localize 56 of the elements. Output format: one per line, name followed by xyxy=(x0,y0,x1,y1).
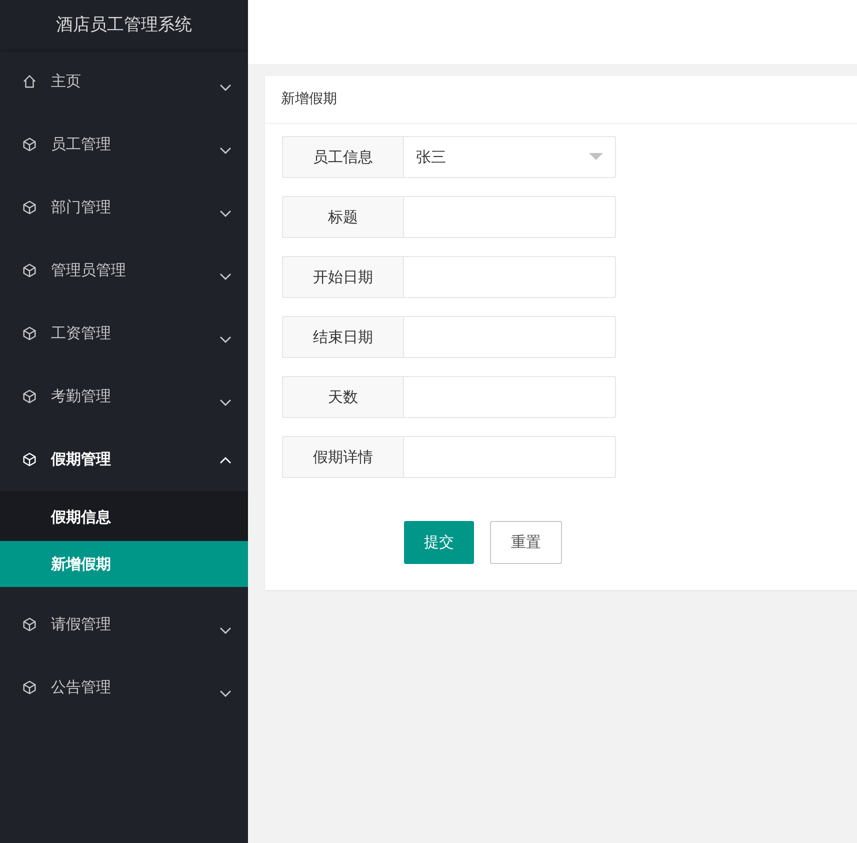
submenu-item[interactable]: 假期信息 xyxy=(0,491,248,541)
chevron-down-icon xyxy=(219,626,232,634)
card-title: 新增假期 xyxy=(265,76,857,124)
menu-label: 请假管理 xyxy=(51,615,112,634)
cube-icon xyxy=(22,326,37,341)
chevron-down-icon xyxy=(219,690,232,698)
field-label: 结束日期 xyxy=(282,316,404,358)
menu-label: 管理员管理 xyxy=(51,261,127,280)
cube-icon xyxy=(22,617,37,632)
menu-label: 公告管理 xyxy=(51,678,112,697)
input-field[interactable] xyxy=(404,196,616,238)
input-field[interactable] xyxy=(404,256,616,298)
menu-item[interactable]: 考勤管理 xyxy=(0,365,248,428)
menu-label: 主页 xyxy=(51,72,82,91)
menu-item[interactable]: 主页 xyxy=(0,50,248,113)
menu-item[interactable]: 请假管理 xyxy=(0,593,248,656)
cube-icon xyxy=(22,680,37,695)
menu-item[interactable]: 管理员管理 xyxy=(0,239,248,302)
menu-label: 工资管理 xyxy=(51,324,112,343)
submit-button[interactable]: 提交 xyxy=(404,521,474,564)
chevron-up-icon xyxy=(219,456,232,464)
menu-label: 部门管理 xyxy=(51,198,112,217)
menu-item[interactable]: 假期管理 xyxy=(0,428,248,491)
menu-label: 员工管理 xyxy=(51,135,112,154)
field-label: 天数 xyxy=(282,376,404,418)
reset-button[interactable]: 重置 xyxy=(490,521,562,564)
chevron-down-icon xyxy=(219,336,232,344)
field-label: 假期详情 xyxy=(282,436,404,478)
app-title: 酒店员工管理系统 xyxy=(0,0,248,50)
menu-label: 假期管理 xyxy=(51,450,112,469)
menu-item[interactable]: 工资管理 xyxy=(0,302,248,365)
field-label: 标题 xyxy=(282,196,404,238)
cube-icon xyxy=(22,200,37,215)
cube-icon xyxy=(22,452,37,467)
submenu-item[interactable]: 新增假期 xyxy=(0,541,248,587)
input-field[interactable] xyxy=(404,316,616,358)
menu-label: 考勤管理 xyxy=(51,387,112,406)
select-field[interactable]: 张三 xyxy=(404,136,616,178)
chevron-down-icon xyxy=(219,84,232,92)
cube-icon xyxy=(22,137,37,152)
chevron-down-icon xyxy=(219,398,232,406)
chevron-down-icon xyxy=(219,210,232,218)
chevron-down-icon xyxy=(219,272,232,280)
home-icon xyxy=(22,74,37,89)
menu-item[interactable]: 员工管理 xyxy=(0,113,248,176)
chevron-down-icon xyxy=(219,146,232,154)
menu-item[interactable]: 部门管理 xyxy=(0,176,248,239)
select-value: 张三 xyxy=(416,148,446,166)
menu-item[interactable]: 公告管理 xyxy=(0,656,248,719)
dropdown-triangle-icon xyxy=(589,153,603,161)
field-label: 开始日期 xyxy=(282,256,404,298)
cube-icon xyxy=(22,263,37,278)
cube-icon xyxy=(22,389,37,404)
field-label: 员工信息 xyxy=(282,136,404,178)
input-field[interactable] xyxy=(404,376,616,418)
input-field[interactable] xyxy=(404,436,616,478)
